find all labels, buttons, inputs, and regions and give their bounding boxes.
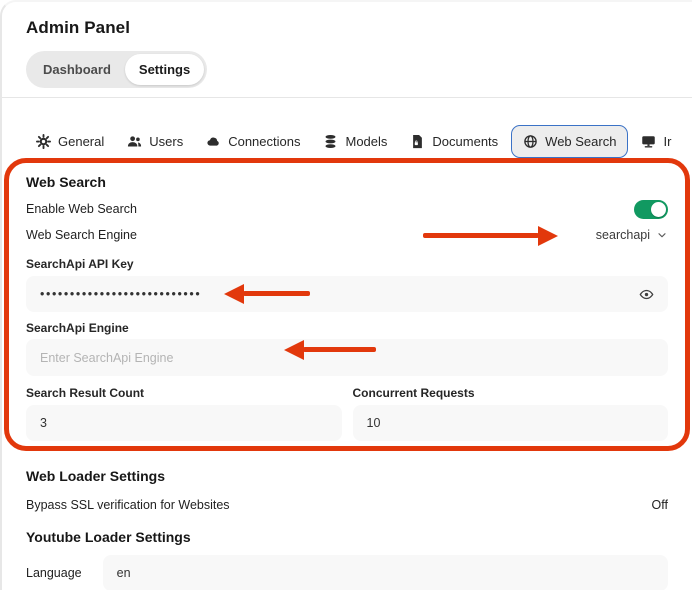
enable-web-search-label: Enable Web Search xyxy=(26,202,137,216)
nav-tab-dashboard[interactable]: Dashboard xyxy=(29,54,125,85)
bypass-ssl-label: Bypass SSL verification for Websites xyxy=(26,498,230,512)
tab-connections[interactable]: Connections xyxy=(196,125,310,158)
youtube-language-row: Language xyxy=(26,555,668,590)
web-loader-section-heading: Web Loader Settings xyxy=(26,468,668,484)
concurrent-requests-field[interactable] xyxy=(353,405,669,441)
monitor-icon xyxy=(641,134,656,149)
tab-general[interactable]: General xyxy=(26,125,114,158)
web-search-engine-label: Web Search Engine xyxy=(26,228,137,242)
tab-label: Models xyxy=(345,134,387,149)
nav-tab-settings[interactable]: Settings xyxy=(125,54,204,85)
page-title: Admin Panel xyxy=(26,18,668,38)
web-search-engine-select[interactable]: searchapi xyxy=(596,228,668,242)
tab-documents[interactable]: Documents xyxy=(400,125,508,158)
concurrent-requests-input[interactable] xyxy=(367,416,655,430)
show-api-key-button[interactable] xyxy=(639,287,654,302)
tab-label: General xyxy=(58,134,104,149)
toggle-knob xyxy=(651,202,666,217)
web-search-engine-value: searchapi xyxy=(596,228,650,242)
web-search-section-heading: Web Search xyxy=(26,174,668,190)
tab-web-search[interactable]: Web Search xyxy=(511,125,628,158)
admin-nav-segmented-control: Dashboard Settings xyxy=(26,51,207,88)
searchapi-api-key-field[interactable] xyxy=(26,276,668,312)
youtube-loader-section-heading: Youtube Loader Settings xyxy=(26,529,668,545)
counts-fields-row xyxy=(26,405,668,441)
language-field[interactable] xyxy=(103,555,668,590)
search-result-count-label: Search Result Count xyxy=(26,386,342,400)
searchapi-engine-field[interactable] xyxy=(26,339,668,376)
tab-models[interactable]: Models xyxy=(313,125,397,158)
tab-interface[interactable]: Ir xyxy=(631,125,681,158)
document-lock-icon xyxy=(410,134,425,149)
tab-label: Web Search xyxy=(545,134,616,149)
header-divider xyxy=(2,97,692,98)
enable-web-search-toggle[interactable] xyxy=(634,200,668,219)
searchapi-api-key-input[interactable] xyxy=(40,287,639,301)
globe-icon xyxy=(523,134,538,149)
chevron-down-icon xyxy=(656,229,668,241)
search-result-count-field[interactable] xyxy=(26,405,342,441)
counts-labels-row: Search Result Count Concurrent Requests xyxy=(26,386,668,400)
enable-web-search-row: Enable Web Search xyxy=(26,199,668,219)
database-icon xyxy=(323,134,338,149)
tab-label: Ir xyxy=(663,134,671,149)
admin-panel-page: Admin Panel Dashboard Settings General xyxy=(0,0,692,590)
tab-users[interactable]: Users xyxy=(117,125,193,158)
cloud-icon xyxy=(206,134,221,149)
bypass-ssl-toggle-button[interactable]: Off xyxy=(652,498,668,512)
bypass-ssl-row: Bypass SSL verification for Websites Off xyxy=(26,496,668,513)
tab-label: Users xyxy=(149,134,183,149)
language-input[interactable] xyxy=(117,566,654,580)
settings-tabbar: General Users Connections xyxy=(26,125,692,158)
search-result-count-input[interactable] xyxy=(40,416,328,430)
language-label: Language xyxy=(26,566,82,580)
users-icon xyxy=(127,134,142,149)
gear-icon xyxy=(36,134,51,149)
tab-label: Documents xyxy=(432,134,498,149)
searchapi-engine-label: SearchApi Engine xyxy=(26,321,668,335)
searchapi-engine-input[interactable] xyxy=(40,351,654,365)
web-search-engine-row: Web Search Engine searchapi xyxy=(26,225,668,245)
tab-label: Connections xyxy=(228,134,300,149)
concurrent-requests-label: Concurrent Requests xyxy=(353,386,669,400)
searchapi-api-key-label: SearchApi API Key xyxy=(26,257,668,271)
